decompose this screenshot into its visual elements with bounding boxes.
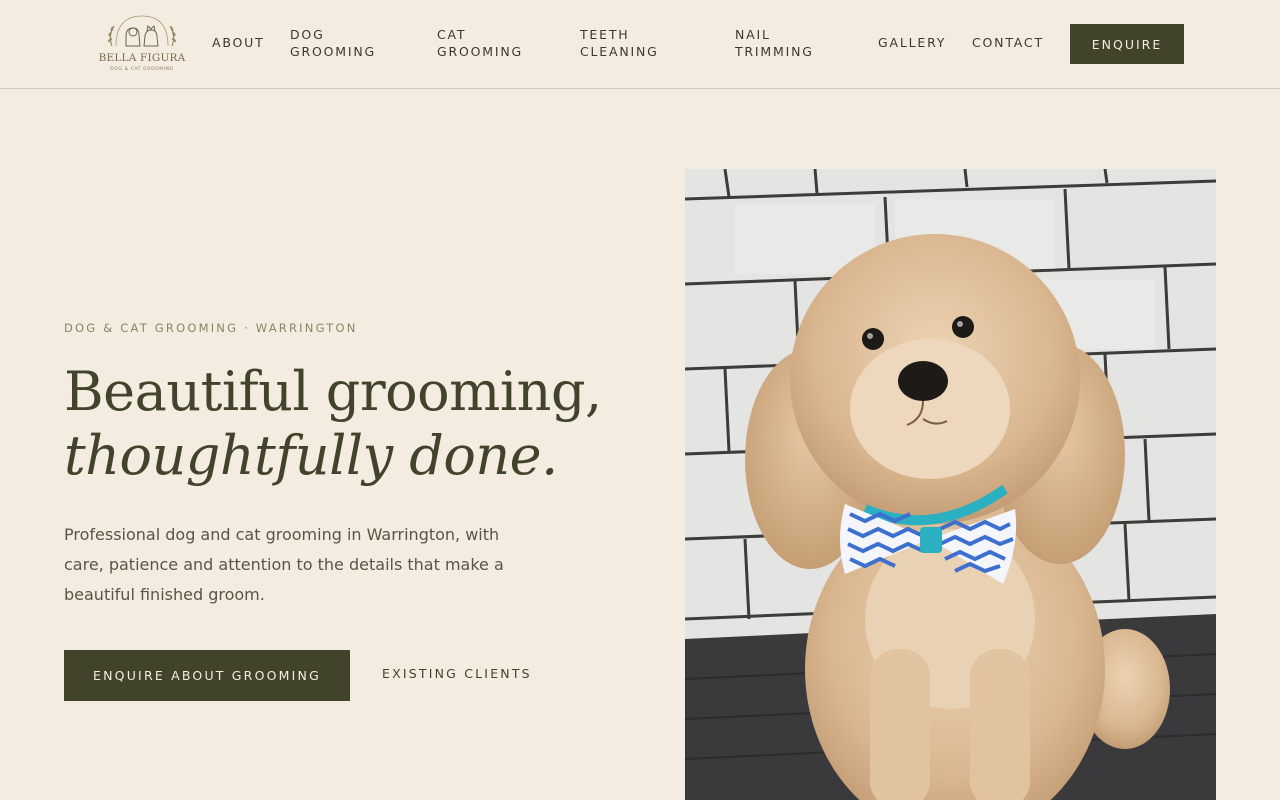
hero-title-line-2: thoughtfully done. bbox=[64, 424, 558, 487]
hero-title: Beautiful grooming, thoughtfully done. bbox=[64, 360, 624, 488]
nav-link-dog-grooming[interactable]: DOG GROOMING bbox=[290, 26, 400, 60]
groomed-dog-illustration bbox=[685, 169, 1216, 800]
existing-clients-link[interactable]: EXISTING CLIENTS bbox=[382, 666, 532, 681]
brand-name: BELLA FIGURA bbox=[98, 52, 186, 64]
nav-link-about[interactable]: ABOUT bbox=[212, 34, 265, 51]
hero-eyebrow: DOG & CAT GROOMING · WARRINGTON bbox=[64, 321, 358, 335]
logo-pets-illustration-icon bbox=[107, 15, 177, 47]
brand-tagline: DOG & CAT GROOMING bbox=[110, 67, 174, 72]
hero-dog-photo bbox=[685, 169, 1216, 800]
hero-description: Professional dog and cat grooming in War… bbox=[64, 525, 504, 604]
header-enquire-button[interactable]: ENQUIRE bbox=[1070, 24, 1184, 64]
nav-link-gallery[interactable]: GALLERY bbox=[878, 34, 946, 51]
brand-logo[interactable]: BELLA FIGURA DOG & CAT GROOMING bbox=[96, 12, 188, 74]
nav-link-teeth-cleaning[interactable]: TEETH CLEANING bbox=[580, 26, 690, 60]
hero-title-line-1: Beautiful grooming, bbox=[64, 360, 602, 423]
nav-link-cat-grooming[interactable]: CAT GROOMING bbox=[437, 26, 547, 60]
site-header: BELLA FIGURA DOG & CAT GROOMING ABOUT DO… bbox=[0, 0, 1280, 89]
enquire-about-grooming-button[interactable]: ENQUIRE ABOUT GROOMING bbox=[64, 650, 350, 701]
nav-link-nail-trimming[interactable]: NAIL TRIMMING bbox=[735, 26, 845, 60]
nav-link-contact[interactable]: CONTACT bbox=[972, 34, 1044, 51]
